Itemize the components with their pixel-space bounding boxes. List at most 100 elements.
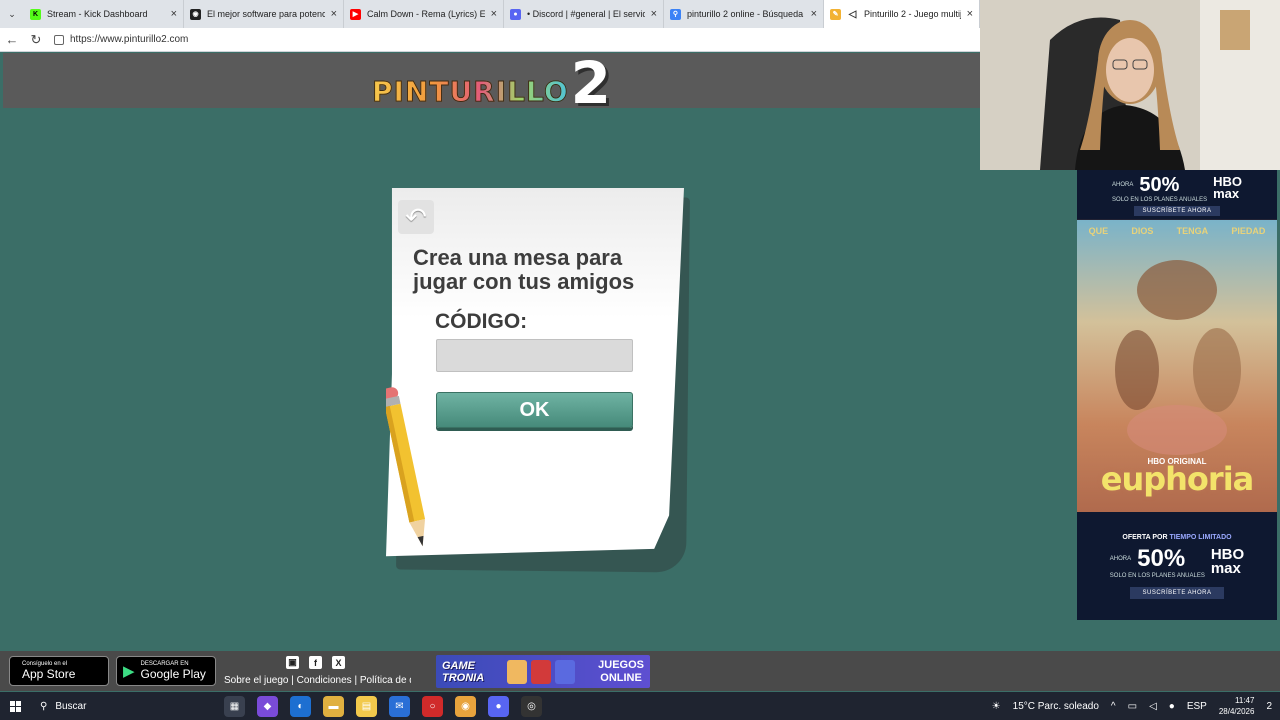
back-button[interactable]: ↶ (398, 200, 434, 234)
clock-date: 28/4/2026 (1218, 707, 1255, 716)
close-tab-icon[interactable]: × (811, 8, 817, 20)
close-tab-icon[interactable]: × (967, 8, 973, 20)
lock-icon (54, 34, 64, 45)
store-large-text: Google Play (140, 667, 206, 681)
ad-subscribe-button[interactable]: SUSCRÍBETE AHORA (1130, 586, 1224, 599)
tab-title: • Discord | #general | El servidor de (527, 9, 645, 19)
pinturillo-logo[interactable]: PINTURILLO 2 (371, 54, 611, 112)
game-thumb (555, 659, 576, 684)
logo-word: PINTURILLO (371, 74, 569, 108)
store-large-text: App Store (22, 667, 76, 681)
close-tab-icon[interactable]: × (491, 8, 497, 20)
hbo-max-logo: HBO max (1213, 175, 1242, 201)
hbo-max-logo: HBO max (1210, 547, 1244, 577)
show-title: euphoria (1100, 460, 1255, 498)
footer-links[interactable]: Sobre el juego | Condiciones | Política … (224, 675, 411, 686)
offer-highlight: TIEMPO LIMITADO (1169, 533, 1232, 541)
tab-title: Calm Down - Rema (Lyrics) Ed Sheeran (367, 9, 485, 19)
google-play-button[interactable]: ▶ DESCARGAR EN Google Play (116, 656, 216, 686)
copilot-icon[interactable]: ◆ (257, 695, 278, 717)
paper-sheet (386, 188, 684, 557)
close-tab-icon[interactable]: × (171, 8, 177, 20)
browser-tab[interactable]: ▶ Calm Down - Rema (Lyrics) Ed Sheeran × (344, 0, 504, 28)
chevron-up-icon[interactable]: ^ (1111, 701, 1116, 712)
x-icon[interactable]: X (332, 656, 345, 669)
search-label: Buscar (55, 700, 87, 712)
browser-tab[interactable]: K Stream - Kick Dashboard × (24, 0, 184, 28)
ad-subline: SOLO EN LOS PLANES ANUALES (1109, 572, 1205, 579)
task-view-icon[interactable]: ▦ (224, 695, 245, 717)
max-text: max (1213, 186, 1240, 201)
notifications-badge[interactable]: 2 (1266, 701, 1272, 712)
tab-title: Stream - Kick Dashboard (47, 9, 148, 19)
gametronia-thumbnails (507, 659, 576, 684)
outlook-icon[interactable]: ✉ (389, 695, 410, 717)
sticky-notes-icon[interactable]: ▤ (356, 695, 377, 717)
gametronia-logo: GAME TRONIA (442, 660, 484, 684)
weather-icon: ☀ (991, 700, 1001, 712)
ad-top-banner: AHORA 50% SOLO EN LOS PLANES ANUALES HBO… (1077, 170, 1277, 220)
browser-tab[interactable]: ◉ El mejor software para potenciar tu × (184, 0, 344, 28)
reload-icon[interactable]: ↻ (24, 32, 48, 48)
app-store-button[interactable]: Consíguelo en el App Store (9, 656, 109, 686)
opera-icon[interactable]: ○ (422, 695, 443, 717)
chrome-icon[interactable]: ◉ (455, 695, 476, 717)
youtube-icon: ▶ (350, 8, 361, 20)
address-bar: ← ↻ https://www.pinturillo2.com (0, 28, 980, 52)
start-button[interactable] (0, 692, 30, 720)
tab-title: pinturillo 2 online - Búsqueda (687, 9, 804, 19)
code-label: CÓDIGO: (435, 310, 528, 333)
back-arrow-icon[interactable]: ← (0, 32, 24, 47)
weather-text[interactable]: 15°C Parc. soleado (1013, 701, 1099, 712)
browser-tab[interactable]: ● • Discord | #general | El servidor de … (504, 0, 664, 28)
tab-title: Pinturillo 2 - Juego multijugador (864, 9, 961, 19)
taskbar-apps: ▦ ◆ ◐ ▬ ▤ ✉ ○ ◉ ● ◎ (224, 695, 542, 717)
gametronia-banner[interactable]: GAME TRONIA JUEGOS ONLINE (436, 655, 650, 688)
url-field[interactable]: https://www.pinturillo2.com (54, 34, 188, 45)
tab-list-chevron-icon[interactable]: ⌄ (0, 0, 24, 28)
webcam-overlay (980, 0, 1280, 170)
search-icon: ⚲ (40, 700, 48, 712)
code-input[interactable] (436, 339, 633, 372)
ok-button[interactable]: OK (436, 392, 633, 428)
max-text: max (1210, 559, 1241, 577)
ad-subscribe-button[interactable]: SUSCRÍBETE AHORA (1134, 205, 1220, 216)
network-icon[interactable]: ▭ (1128, 701, 1137, 712)
gametronia-text2: ONLINE (600, 671, 642, 684)
browser-tab-strip: ⌄ K Stream - Kick Dashboard × ◉ El mejor… (0, 0, 980, 28)
mic-icon[interactable]: ● (1169, 701, 1175, 712)
speaker-icon[interactable]: ◁ (847, 9, 858, 20)
close-tab-icon[interactable]: × (651, 8, 657, 20)
game-thumb (531, 659, 552, 684)
browser-tab-active[interactable]: ✎ ◁ Pinturillo 2 - Juego multijugador × (824, 0, 980, 28)
edge-icon[interactable]: ◐ (290, 695, 311, 717)
create-table-card: ↶ Crea una mesa para jugar con tus amigo… (386, 188, 690, 573)
social-links: ▣ f X (286, 656, 345, 669)
obs-icon[interactable]: ◎ (521, 695, 542, 717)
taskbar-search[interactable]: ⚲ Buscar (30, 692, 220, 720)
url-text: https://www.pinturillo2.com (70, 34, 189, 45)
kick-icon: K (30, 8, 41, 20)
software-icon: ◉ (190, 8, 201, 20)
site-footer: Consíguelo en el App Store ▶ DESCARGAR E… (0, 651, 1280, 691)
site-header: PINTURILLO 2 (3, 53, 980, 112)
windows-taskbar: ⚲ Buscar ▦ ◆ ◐ ▬ ▤ ✉ ○ ◉ ● ◎ ☀ 15°C Parc… (0, 692, 1280, 720)
ad-percent: 50% (1139, 173, 1180, 196)
file-explorer-icon[interactable]: ▬ (323, 695, 344, 717)
hbo-max-ad[interactable]: AHORA 50% SOLO EN LOS PLANES ANUALES HBO… (1077, 170, 1277, 620)
volume-icon[interactable]: ◁ (1149, 701, 1157, 712)
youtube-icon[interactable]: ▣ (286, 656, 299, 669)
windows-icon (9, 700, 21, 712)
browser-tab[interactable]: ⚲ pinturillo 2 online - Búsqueda × (664, 0, 824, 28)
gametronia-text1: JUEGOS (598, 658, 644, 671)
close-tab-icon[interactable]: × (331, 8, 337, 20)
system-tray: ☀ 15°C Parc. soleado ^ ▭ ◁ ● ESP 11:47 2… (992, 695, 1280, 717)
game-thumb (507, 659, 528, 684)
streamer-image (980, 0, 1280, 170)
language-indicator[interactable]: ESP (1187, 701, 1207, 712)
discord-icon[interactable]: ● (488, 695, 509, 717)
offer-prefix: OFERTA POR (1122, 533, 1168, 541)
facebook-icon[interactable]: f (309, 656, 322, 669)
clock[interactable]: 11:47 28/4/2026 (1219, 695, 1255, 717)
gametronia-text: JUEGOS ONLINE (598, 659, 644, 685)
